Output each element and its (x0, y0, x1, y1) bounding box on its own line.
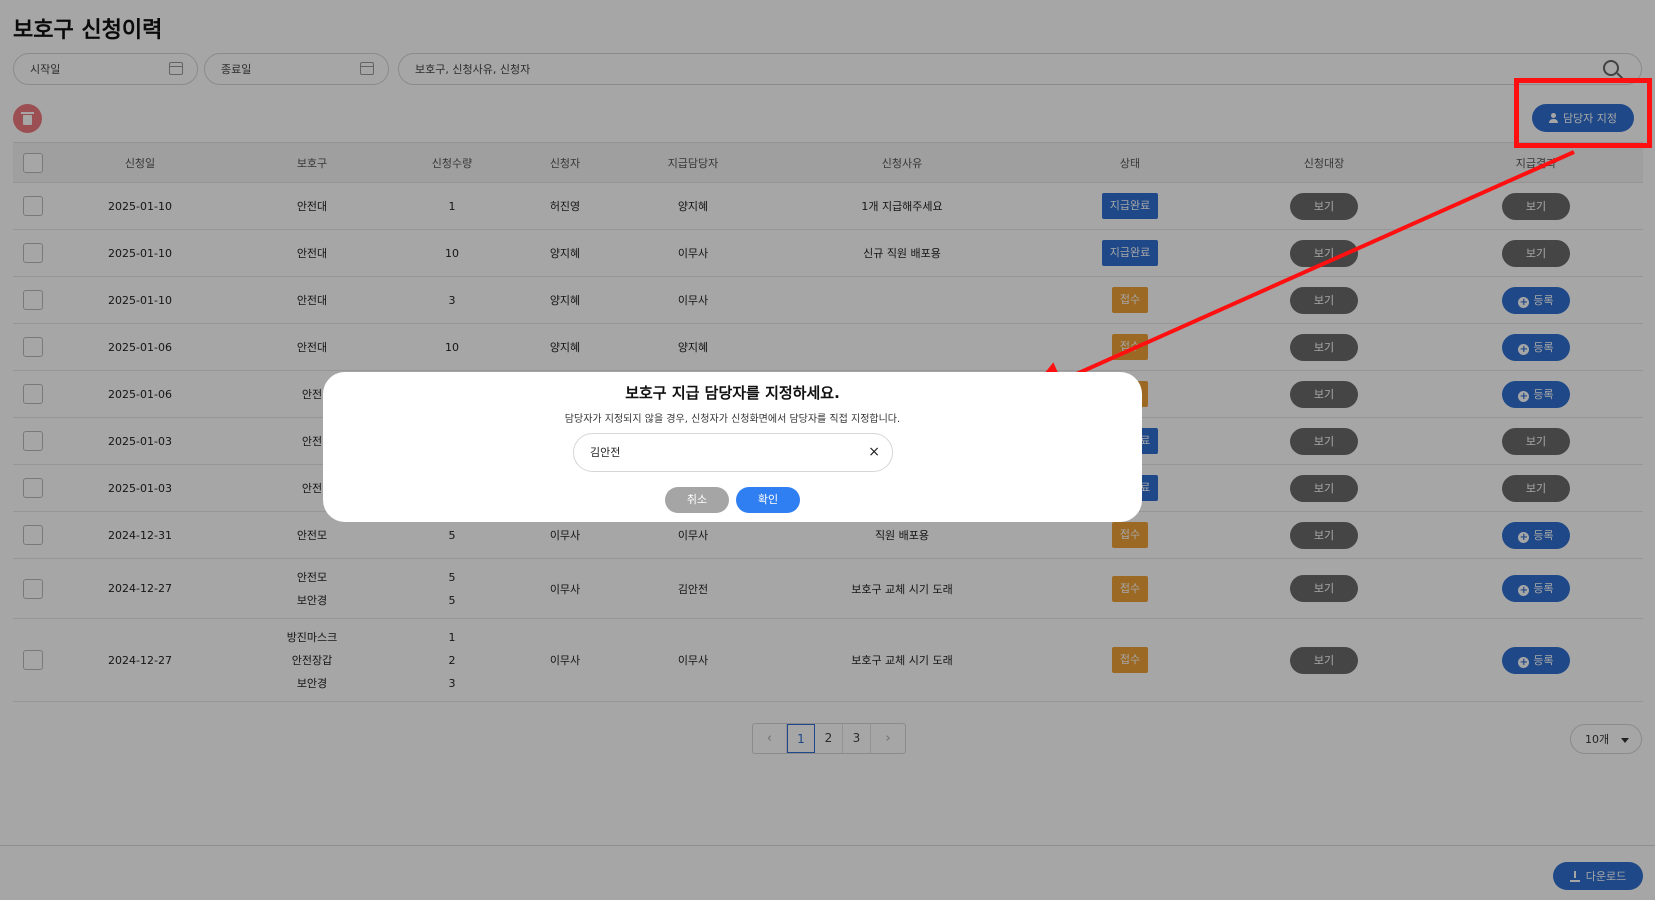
dialog-description: 담당자가 지정되지 않을 경우, 신청자가 신청화면에서 담당자를 직접 지정합… (564, 414, 901, 425)
close-icon[interactable]: × (868, 434, 880, 471)
cancel-button[interactable]: 취소 (665, 487, 729, 513)
assign-manager-dialog: 보호구 지급 담당자를 지정하세요. 담당자가 지정되지 않을 경우, 신청자가… (323, 372, 1142, 522)
dialog-title: 보호구 지급 담당자를 지정하세요. (625, 384, 840, 402)
annotation-arrow-line (1025, 150, 1575, 399)
manager-input-value: 김안전 (590, 446, 621, 459)
manager-input[interactable]: 김안전 × (573, 433, 893, 472)
confirm-button[interactable]: 확인 (736, 487, 800, 513)
